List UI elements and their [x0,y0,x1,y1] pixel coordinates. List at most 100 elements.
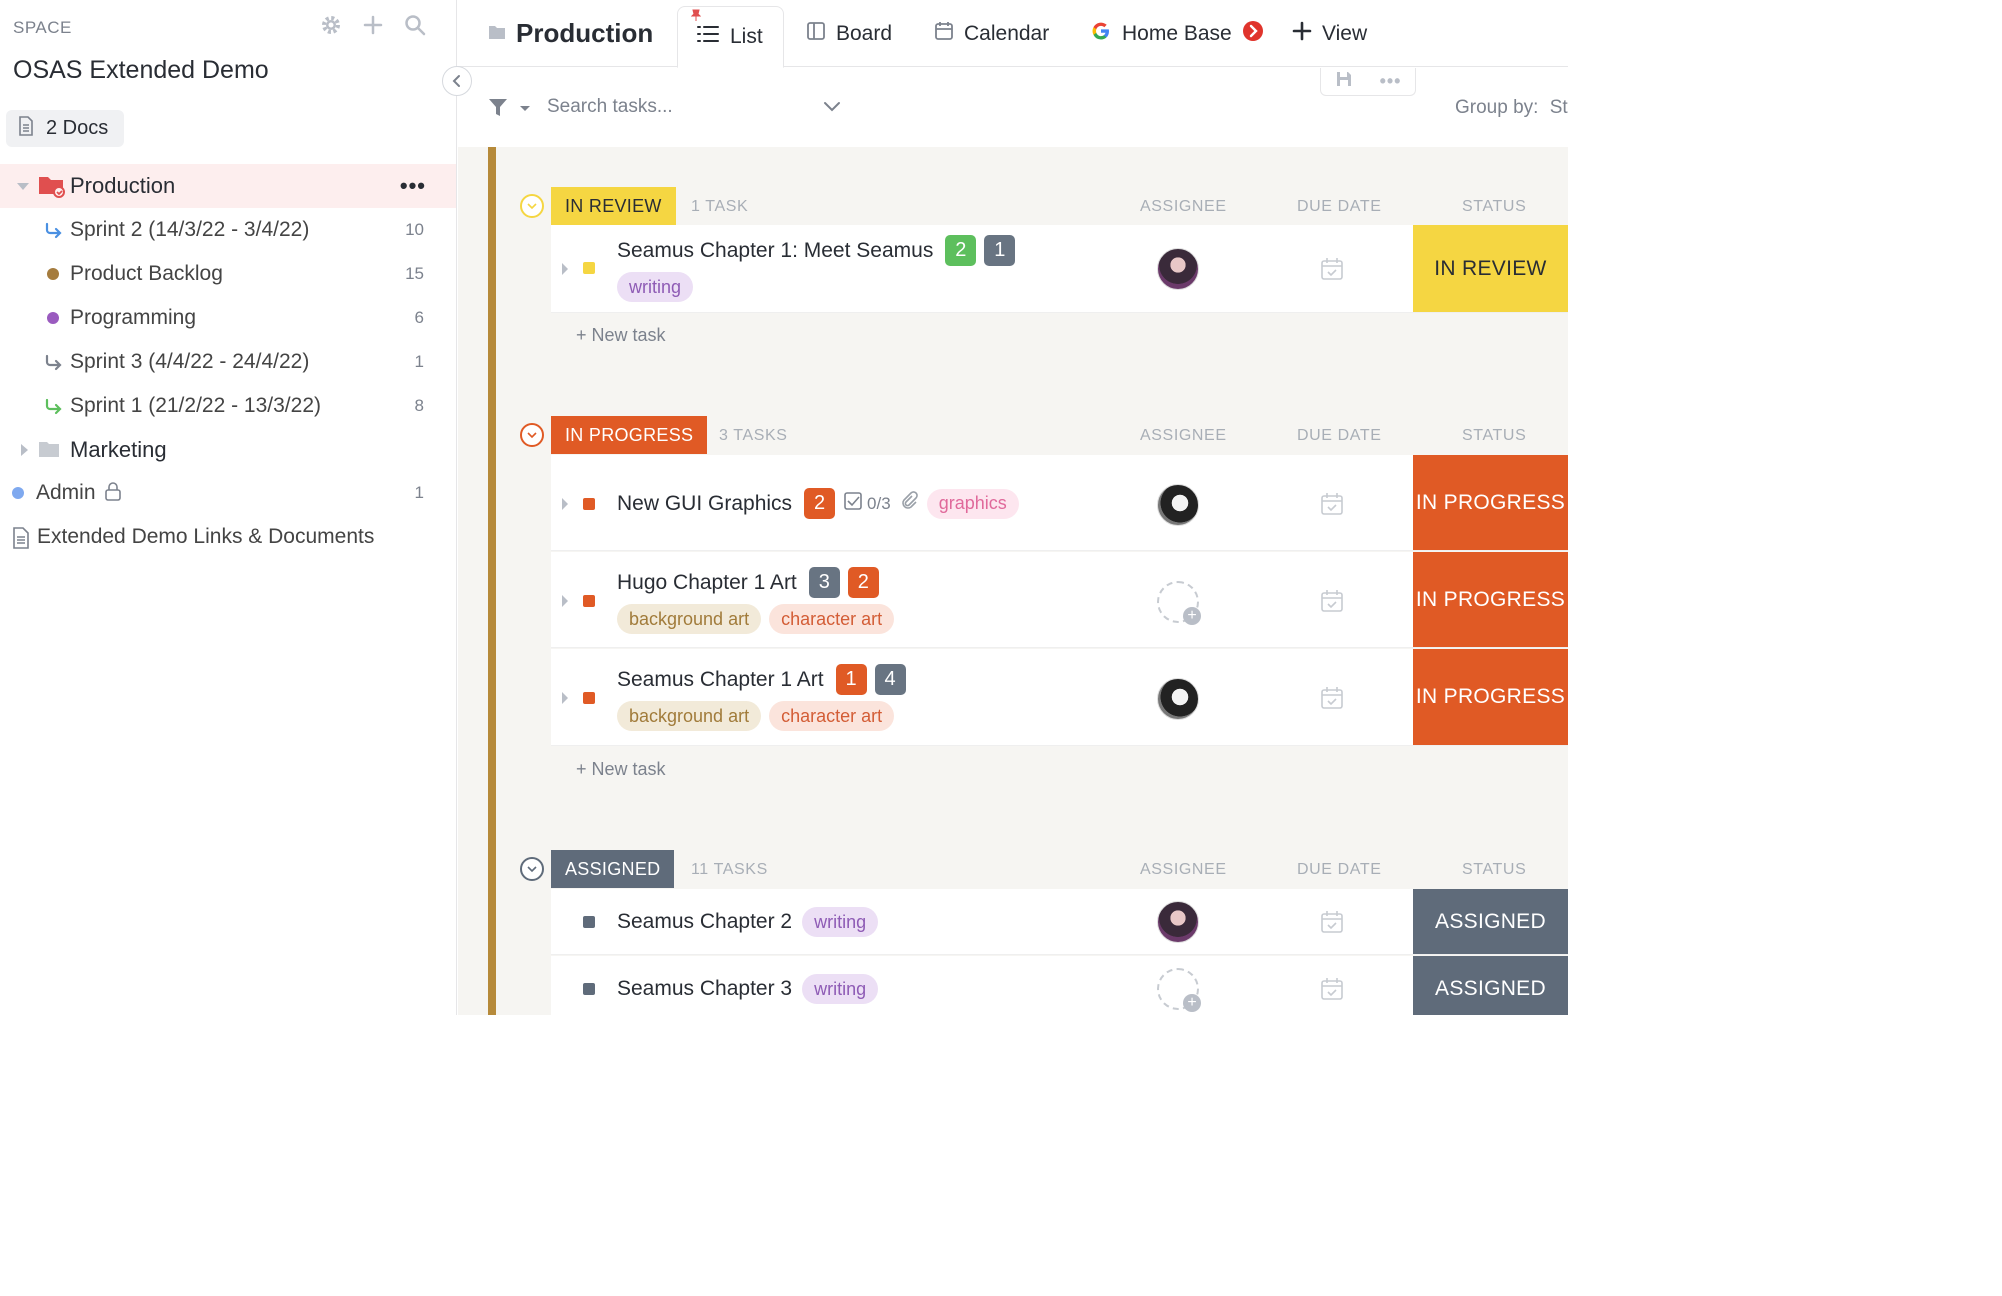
sidebar-item-production[interactable]: Production ••• [0,164,456,208]
task-name[interactable]: Seamus Chapter 1 Art 1 4 [617,664,906,695]
table-row[interactable]: Seamus Chapter 1 Art 1 4 background art … [551,649,1568,746]
calendar-icon[interactable] [1320,910,1344,939]
status-badge[interactable]: IN PROGRESS [551,416,708,454]
status-square-icon[interactable] [583,262,595,274]
sidebar-item-sprint-2[interactable]: Sprint 2 (14/3/22 - 3/4/22) 10 [0,208,456,252]
avatar[interactable] [1157,901,1199,943]
tag-background-art[interactable]: background art [617,604,762,634]
tab-calendar[interactable]: Calendar [934,0,1049,67]
column-header-due-date[interactable]: DUE DATE [1297,198,1382,216]
tag-background-art[interactable]: background art [617,701,762,731]
subtask-count-badge[interactable]: 1 [835,664,867,695]
more-options-icon[interactable]: ••• [1380,71,1402,92]
status-cell[interactable]: ASSIGNED [1413,889,1568,954]
status-badge[interactable]: ASSIGNED [551,850,675,888]
calendar-icon[interactable] [1320,977,1344,1006]
filter-icon[interactable] [488,98,532,123]
task-name[interactable]: Hugo Chapter 1 Art 3 2 [617,567,879,598]
avatar[interactable] [1157,484,1199,526]
column-header-assignee[interactable]: ASSIGNEE [1140,861,1227,879]
status-cell[interactable]: ASSIGNED [1413,956,1568,1015]
table-row[interactable]: New GUI Graphics 2 0/3 graphics IN PROGR… [551,455,1568,551]
checklist-progress[interactable]: 0/3 [867,494,891,514]
task-name[interactable]: New GUI Graphics 2 0/3 graphics [617,488,1019,519]
sidebar-item-extended-demo-links[interactable]: Extended Demo Links & Documents [0,515,456,559]
caret-down-icon[interactable] [17,182,29,190]
subtask-count-badge[interactable]: 2 [847,567,879,598]
calendar-icon[interactable] [1320,589,1344,618]
chevron-down-icon[interactable] [823,100,841,118]
subtask-count-badge[interactable]: 2 [945,235,977,266]
docs-button[interactable]: 2 Docs [6,110,125,147]
subtask-count-badge[interactable]: 4 [874,664,906,695]
avatar[interactable] [1157,678,1199,720]
save-icon[interactable] [1335,70,1353,93]
table-row[interactable]: Seamus Chapter 1: Meet Seamus 2 1 writin… [551,225,1568,313]
status-square-icon[interactable] [583,692,595,704]
search-input[interactable]: Search tasks... [547,96,673,118]
collapse-group-button[interactable] [520,857,544,881]
gear-icon[interactable] [320,14,342,36]
status-square-icon[interactable] [583,983,595,995]
tag-writing[interactable]: writing [617,272,694,302]
tab-home-base[interactable]: Home Base [1090,0,1264,67]
status-square-icon[interactable] [583,916,595,928]
column-header-status[interactable]: STATUS [1462,198,1526,216]
plus-icon[interactable] [362,14,384,36]
column-header-due-date[interactable]: DUE DATE [1297,427,1382,445]
tab-list[interactable]: List [677,6,784,68]
calendar-icon[interactable] [1320,257,1344,286]
status-square-icon[interactable] [583,595,595,607]
subtask-count-badge[interactable]: 2 [804,488,836,519]
task-name[interactable]: Seamus Chapter 3 writing [617,974,879,1004]
more-options-icon[interactable]: ••• [400,173,426,199]
tag-writing[interactable]: writing [802,974,879,1004]
column-header-assignee[interactable]: ASSIGNEE [1140,427,1227,445]
table-row[interactable]: Seamus Chapter 3 writing ASSIGNED [551,956,1568,1015]
caret-right-icon[interactable] [562,595,568,607]
task-name[interactable]: Seamus Chapter 2 writing [617,907,879,937]
column-header-status[interactable]: STATUS [1462,427,1526,445]
status-square-icon[interactable] [583,498,595,510]
sidebar-item-sprint-1[interactable]: Sprint 1 (21/2/22 - 13/3/22) 8 [0,384,456,428]
chevron-right-circle-icon[interactable] [1242,20,1264,48]
sidebar-item-marketing[interactable]: Marketing [0,428,456,472]
status-cell[interactable]: IN PROGRESS [1413,649,1568,745]
add-assignee-icon[interactable] [1157,968,1201,1012]
tag-writing[interactable]: writing [802,907,879,937]
add-assignee-icon[interactable] [1157,581,1201,625]
new-task-button[interactable]: + New task [576,759,666,780]
calendar-icon[interactable] [1320,686,1344,715]
sidebar-item-sprint-3[interactable]: Sprint 3 (4/4/22 - 24/4/22) 1 [0,340,456,384]
status-cell[interactable]: IN PROGRESS [1413,455,1568,550]
tag-graphics[interactable]: graphics [926,488,1019,519]
collapse-group-button[interactable] [520,423,544,447]
calendar-icon[interactable] [1320,492,1344,521]
caret-right-icon[interactable] [562,263,568,275]
column-header-assignee[interactable]: ASSIGNEE [1140,198,1227,216]
status-badge[interactable]: IN REVIEW [551,187,676,225]
status-cell[interactable]: IN PROGRESS [1413,552,1568,647]
column-header-due-date[interactable]: DUE DATE [1297,861,1382,879]
status-cell[interactable]: IN REVIEW [1413,225,1568,312]
collapse-group-button[interactable] [520,194,544,218]
sidebar-item-admin[interactable]: Admin 1 [0,471,456,515]
caret-right-icon[interactable] [21,444,28,456]
new-task-button[interactable]: + New task [576,325,666,346]
caret-right-icon[interactable] [562,498,568,510]
task-name[interactable]: Seamus Chapter 1: Meet Seamus 2 1 [617,235,1016,266]
column-header-status[interactable]: STATUS [1462,861,1526,879]
tag-character-art[interactable]: character art [769,604,895,634]
tag-character-art[interactable]: character art [769,701,895,731]
table-row[interactable]: Hugo Chapter 1 Art 3 2 background art ch… [551,552,1568,648]
sidebar-item-product-backlog[interactable]: Product Backlog 15 [0,252,456,296]
tab-board[interactable]: Board [806,0,892,67]
subtask-count-badge[interactable]: 3 [808,567,840,598]
avatar[interactable] [1157,248,1199,290]
sidebar-item-programming[interactable]: Programming 6 [0,296,456,340]
table-row[interactable]: Seamus Chapter 2 writing ASSIGNED [551,889,1568,955]
add-view-button[interactable]: View [1292,0,1367,67]
caret-right-icon[interactable] [562,692,568,704]
search-icon[interactable] [404,14,426,36]
attachment-icon[interactable] [899,490,919,517]
